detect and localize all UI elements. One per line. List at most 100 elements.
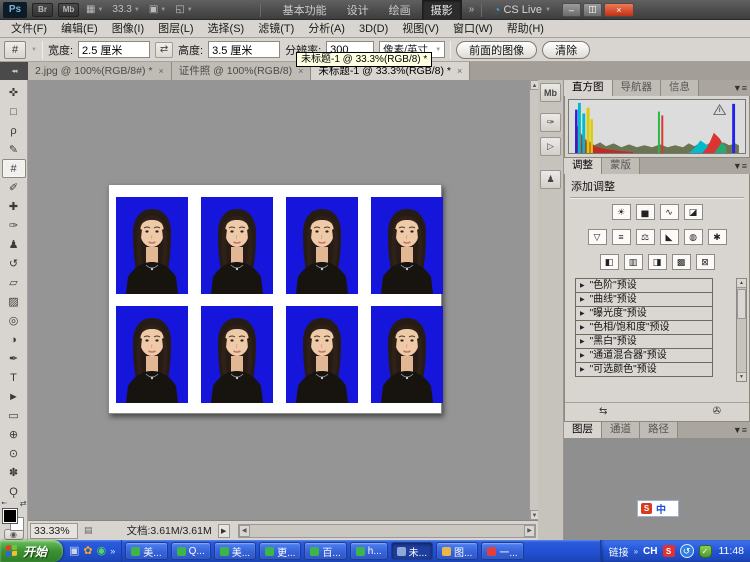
launch-bridge-button[interactable]: Br	[32, 3, 53, 17]
minimize-button[interactable]: –	[562, 3, 581, 17]
panel-tab[interactable]: 导航器	[613, 80, 662, 96]
restore-button[interactable]: ◫	[583, 3, 602, 17]
links-overflow-icon[interactable]: »	[634, 547, 638, 556]
preset-group-row[interactable]: ▶ "黑白"预设	[575, 334, 713, 349]
scroll-up-icon[interactable]: ▲	[530, 80, 538, 90]
cs-live-button[interactable]: ◔CS Live▼	[493, 4, 551, 16]
clone-stamp-tool[interactable]: ♟	[2, 235, 26, 254]
expand-arrow-icon[interactable]: ▶	[580, 349, 585, 363]
lasso-tool[interactable]: ρ	[2, 121, 26, 140]
panel-tab[interactable]: 路径	[640, 422, 678, 438]
panel-tab[interactable]: 直方图	[564, 80, 613, 96]
quick-launch-icon-3[interactable]: ◉	[97, 546, 107, 557]
quick-launch-icon-2[interactable]: ✿	[83, 546, 92, 557]
preset-group-row[interactable]: ▶ "曲线"预设	[575, 292, 713, 307]
taskbar-window-button[interactable]: 百...	[304, 542, 346, 560]
actions-panel-icon[interactable]: ▷	[540, 137, 561, 156]
arrange-documents-button[interactable]: ▣▼	[147, 4, 168, 15]
switch-panel-view-icon[interactable]: ⇆	[599, 406, 607, 417]
preset-group-row[interactable]: ▶ "色阶"预设	[575, 278, 713, 293]
scroll-right-icon[interactable]: ▶	[524, 525, 535, 537]
photo-filter-icon[interactable]: ◍	[684, 229, 703, 245]
zoom-percentage-field[interactable]: 33.33%	[30, 523, 78, 539]
scroll-left-icon[interactable]: ◀	[239, 525, 250, 537]
sogou-tray-icon[interactable]: S	[663, 545, 675, 557]
tray-app-icon[interactable]: ↺	[680, 544, 694, 558]
quick-selection-tool[interactable]: ✎	[2, 140, 26, 159]
scroll-down-icon[interactable]: ▼	[530, 510, 538, 520]
channel-mixer-icon[interactable]: ✱	[708, 229, 727, 245]
sogou-ime-icon[interactable]: S	[641, 503, 652, 514]
taskbar-clock[interactable]: 11:48	[719, 545, 745, 557]
panel-tab[interactable]: 信息	[661, 80, 699, 96]
eraser-tool[interactable]: ▱	[2, 273, 26, 292]
hand-tool[interactable]: ✽	[2, 463, 26, 482]
tool-presets-panel-icon[interactable]: ✑	[540, 113, 561, 132]
taskbar-window-button[interactable]: h...	[350, 542, 388, 560]
close-tab-icon[interactable]: ×	[158, 63, 163, 80]
start-button[interactable]: 开始	[0, 540, 63, 562]
vibrance-icon[interactable]: ▽	[588, 229, 607, 245]
menu-item[interactable]: 窗口(W)	[446, 20, 500, 38]
black-white-icon[interactable]: ◣	[660, 229, 679, 245]
expand-arrow-icon[interactable]: ▶	[580, 279, 585, 293]
taskbar-window-button[interactable]: 美...	[125, 542, 167, 560]
document-tab[interactable]: 2.jpg @ 100%(RGB/8#) * ×	[28, 62, 172, 80]
zoom-level-control[interactable]: 33.3▼	[110, 4, 141, 15]
menu-item[interactable]: 选择(S)	[201, 20, 252, 38]
vertical-scrollbar[interactable]: ▲ ▼	[529, 80, 538, 520]
rectangular-marquee-tool[interactable]: □	[2, 102, 26, 121]
brush-tool[interactable]: ✑	[2, 216, 26, 235]
preset-group-row[interactable]: ▶ "可选颜色"预设	[575, 362, 713, 377]
preset-group-row[interactable]: ▶ "曝光度"预设	[575, 306, 713, 321]
pen-tool[interactable]: ✒	[2, 349, 26, 368]
panel-menu-icon[interactable]: ▼≡	[733, 161, 747, 171]
menu-item[interactable]: 编辑(E)	[54, 20, 105, 38]
security-shield-icon[interactable]: ✓	[699, 545, 712, 558]
crop-tool[interactable]: #	[2, 159, 26, 178]
preset-group-row[interactable]: ▶ "色相/饱和度"预设	[575, 320, 713, 335]
expand-arrow-icon[interactable]: ▶	[580, 363, 585, 377]
taskbar-window-button[interactable]: 未...	[391, 542, 433, 560]
menu-item[interactable]: 文件(F)	[4, 20, 54, 38]
menu-item[interactable]: 图像(I)	[105, 20, 151, 38]
expand-arrow-icon[interactable]: ▶	[580, 321, 585, 335]
dodge-tool[interactable]: ◑	[2, 330, 26, 349]
clear-button[interactable]: 清除	[542, 41, 590, 59]
gradient-map-icon[interactable]: ▩	[672, 254, 691, 270]
spot-healing-brush-tool[interactable]: ✚	[2, 197, 26, 216]
close-button[interactable]: ×	[604, 3, 634, 17]
links-toolbar-label[interactable]: 链接	[609, 544, 629, 559]
scroll-up-icon[interactable]: ▲	[737, 279, 746, 288]
taskbar-window-button[interactable]: Q...	[171, 542, 211, 560]
menu-item[interactable]: 帮助(H)	[500, 20, 551, 38]
language-indicator[interactable]: CH	[643, 546, 657, 557]
workspace-overflow-button[interactable]: »	[467, 4, 477, 15]
expand-arrow-icon[interactable]: ▶	[580, 293, 585, 307]
foreground-color-swatch[interactable]	[3, 509, 17, 523]
width-input[interactable]	[78, 41, 150, 58]
selective-color-icon[interactable]: ⊠	[696, 254, 715, 270]
workspace-button[interactable]: 绘画	[380, 0, 420, 21]
curves-icon[interactable]: ∿	[660, 204, 679, 220]
3d-orbit-tool[interactable]: ⊙	[2, 444, 26, 463]
rectangle-tool[interactable]: ▭	[2, 406, 26, 425]
preset-scrollbar[interactable]: ▲ ▼	[736, 278, 747, 382]
quick-launch-icon-1[interactable]: ▣	[69, 546, 79, 557]
screen-mode-button[interactable]: ◱▼	[173, 4, 194, 15]
height-input[interactable]	[208, 41, 280, 58]
hue-saturation-icon[interactable]: ≡	[612, 229, 631, 245]
type-tool[interactable]: T	[2, 368, 26, 387]
brightness-contrast-icon[interactable]: ☀	[612, 204, 631, 220]
panel-tab[interactable]: 通道	[602, 422, 640, 438]
crop-tool-preset-button[interactable]: #	[4, 41, 26, 59]
taskbar-window-button[interactable]: 美...	[214, 542, 256, 560]
horizontal-scrollbar[interactable]: ◀ ▶	[238, 524, 536, 538]
posterize-icon[interactable]: ▥	[624, 254, 643, 270]
clone-source-panel-icon[interactable]: ♟	[540, 170, 561, 189]
launch-minibridge-button[interactable]: Mb	[58, 3, 79, 17]
history-brush-tool[interactable]: ↺	[2, 254, 26, 273]
menu-item[interactable]: 滤镜(T)	[251, 20, 301, 38]
path-selection-tool[interactable]: ►	[2, 387, 26, 406]
swap-dimensions-button[interactable]: ⇄	[155, 42, 173, 58]
